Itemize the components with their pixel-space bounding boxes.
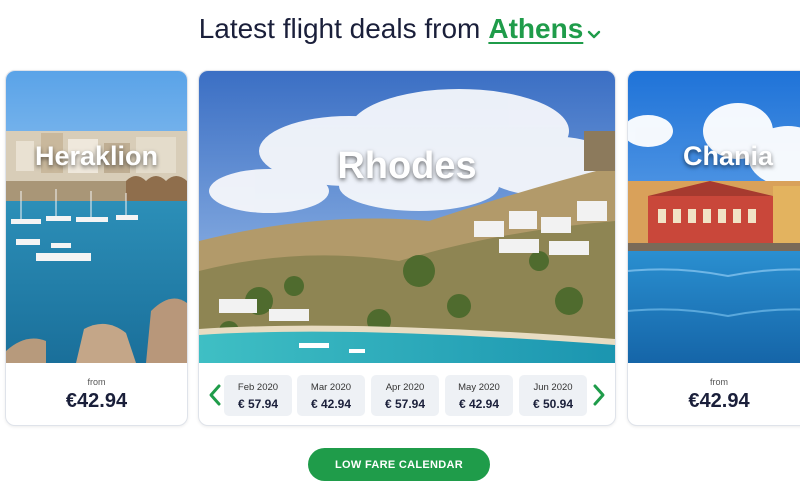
month-label: Mar 2020 — [310, 382, 352, 393]
month-price: € 50.94 — [532, 397, 574, 411]
month-price: € 57.94 — [237, 397, 279, 411]
price-value: €42.94 — [688, 390, 750, 412]
chevron-right-icon[interactable] — [587, 381, 611, 409]
from-label: from — [87, 377, 106, 387]
chevron-down-icon[interactable] — [587, 14, 601, 48]
month-price: € 42.94 — [458, 397, 500, 411]
month-label: Jun 2020 — [533, 382, 573, 393]
price-block: from €42.94 — [628, 363, 800, 425]
month-tile-feb[interactable]: Feb 2020 € 57.94 — [224, 375, 292, 416]
price-block: from €42.94 — [6, 363, 187, 425]
destination-photo — [6, 71, 187, 363]
headline-text: Latest flight deals from — [198, 13, 481, 44]
destination-photo — [628, 71, 800, 363]
month-tile-may[interactable]: May 2020 € 42.94 — [445, 375, 513, 416]
month-tile-jun[interactable]: Jun 2020 € 50.94 — [519, 375, 587, 416]
month-tile-apr[interactable]: Apr 2020 € 57.94 — [371, 375, 439, 416]
month-label: Feb 2020 — [237, 382, 279, 393]
destination-photo — [199, 71, 615, 363]
deal-card-heraklion[interactable]: Heraklion from €42.94 — [5, 70, 188, 426]
month-price: € 57.94 — [384, 397, 426, 411]
page-headline: Latest flight deals from Athens — [0, 12, 800, 48]
destination-name: Heraklion — [34, 141, 159, 171]
month-label: Apr 2020 — [385, 382, 425, 393]
month-price: € 42.94 — [310, 397, 352, 411]
from-label: from — [710, 377, 728, 387]
deal-card-chania[interactable]: Chania from €42.94 — [627, 70, 800, 426]
origin-city-link[interactable]: Athens — [488, 13, 583, 44]
deal-card-rhodes[interactable]: Rhodes Feb 2020 € 57.94 Mar 2020 € 42.94… — [198, 70, 616, 426]
month-label: May 2020 — [458, 382, 500, 393]
price-value: €42.94 — [65, 390, 128, 412]
month-price-carousel: Feb 2020 € 57.94 Mar 2020 € 42.94 Apr 20… — [199, 373, 615, 417]
month-tile-mar[interactable]: Mar 2020 € 42.94 — [297, 375, 365, 416]
destination-name: Chania — [682, 141, 774, 171]
destination-name: Rhodes — [337, 145, 477, 187]
low-fare-calendar-button[interactable]: LOW FARE CALENDAR — [308, 448, 490, 481]
